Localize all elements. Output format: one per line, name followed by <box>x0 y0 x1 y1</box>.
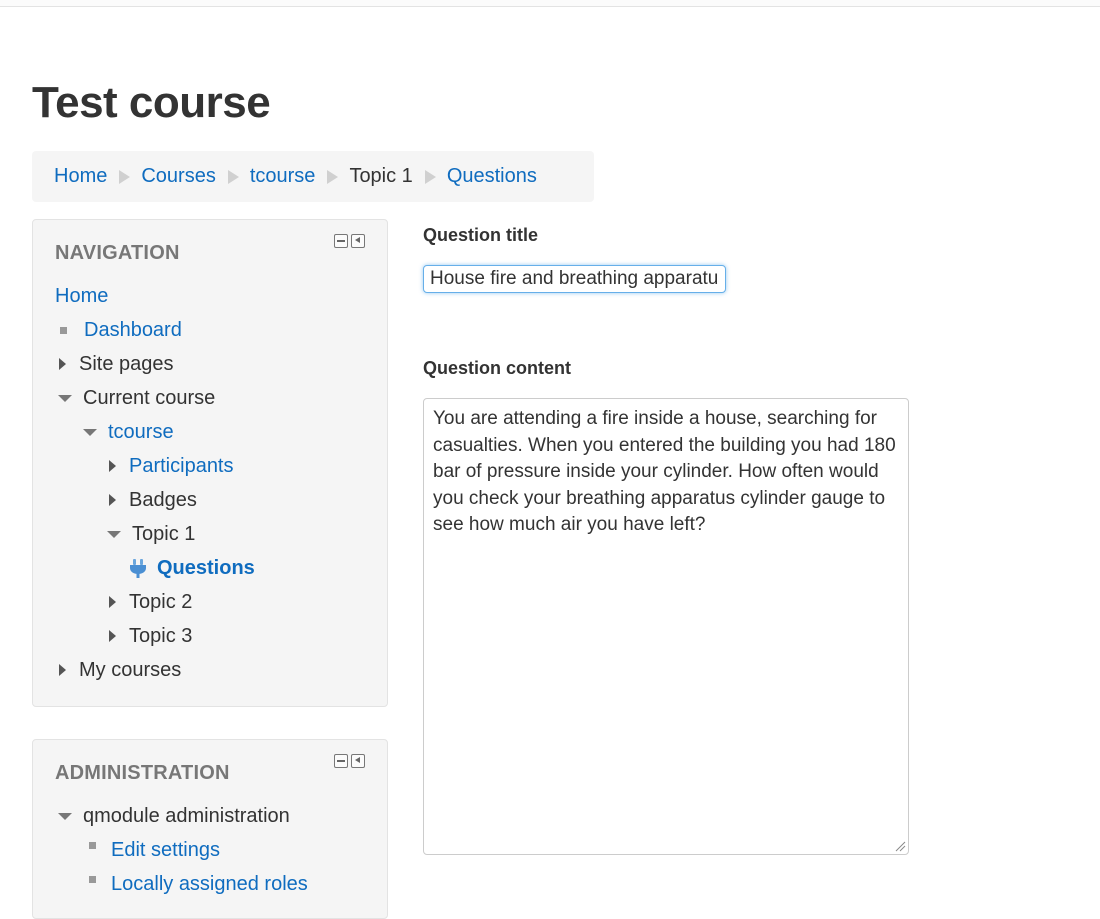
breadcrumb-courses[interactable]: Courses <box>141 165 215 188</box>
page-title: Test course <box>32 78 271 127</box>
nav-item-home[interactable]: Home <box>55 282 108 310</box>
nav-item-label: Dashboard <box>84 318 182 341</box>
collapse-arrow-icon <box>107 530 121 538</box>
plug-icon <box>130 559 146 578</box>
resize-handle-icon[interactable] <box>895 841 906 852</box>
question-title-label: Question title <box>423 225 539 245</box>
nav-item-participants[interactable]: Participants <box>109 452 234 480</box>
administration-block-title: ADMINISTRATION <box>55 762 230 784</box>
breadcrumb-separator-icon <box>327 169 339 184</box>
expand-arrow-icon <box>109 596 116 608</box>
nav-item-badges[interactable]: Badges <box>109 486 197 514</box>
top-navbar <box>0 0 1100 7</box>
collapse-arrow-icon <box>58 812 72 820</box>
dock-block-icon[interactable] <box>351 754 365 768</box>
navigation-block: NAVIGATION Home Dashboard Site pages Cur… <box>32 219 388 707</box>
nav-item-label: Home <box>55 284 109 307</box>
dock-block-icon[interactable] <box>351 234 365 248</box>
question-content-label: Question content <box>423 358 571 378</box>
breadcrumb: Home Courses tcourse Topic 1 Questions <box>32 151 594 202</box>
admin-item-label: qmodule administration <box>83 804 290 827</box>
nav-item-label: Topic 1 <box>132 522 196 545</box>
nav-item-label: Questions <box>157 556 255 579</box>
nav-item-label: Topic 3 <box>129 624 193 647</box>
question-content-textarea[interactable]: You are attending a fire inside a house,… <box>423 398 909 855</box>
nav-item-questions[interactable]: Questions <box>127 554 255 582</box>
breadcrumb-separator-icon <box>424 169 436 184</box>
navigation-block-title: NAVIGATION <box>55 242 180 264</box>
breadcrumb-tcourse[interactable]: tcourse <box>250 165 316 188</box>
nav-item-topic3[interactable]: Topic 3 <box>109 622 192 650</box>
breadcrumb-questions[interactable]: Questions <box>447 165 537 188</box>
nav-item-current-course[interactable]: Current course <box>58 384 215 412</box>
breadcrumb-separator-icon <box>119 169 131 184</box>
nav-item-label: My courses <box>79 658 182 681</box>
expand-arrow-icon <box>109 460 116 472</box>
bullet-icon <box>89 875 96 883</box>
admin-item-local-roles[interactable]: Locally assigned roles <box>84 870 308 898</box>
nav-item-dashboard[interactable]: Dashboard <box>55 316 182 344</box>
question-title-input[interactable] <box>423 265 726 293</box>
admin-item-qmodule[interactable]: qmodule administration <box>58 802 290 830</box>
nav-item-topic1[interactable]: Topic 1 <box>107 520 195 548</box>
block-controls <box>334 234 365 248</box>
administration-block: ADMINISTRATION qmodule administration Ed… <box>32 739 388 919</box>
collapse-arrow-icon <box>58 394 72 402</box>
nav-item-label: Topic 2 <box>129 590 193 613</box>
admin-item-edit-settings[interactable]: Edit settings <box>84 836 220 864</box>
expand-arrow-icon <box>109 494 116 506</box>
expand-arrow-icon <box>109 630 116 642</box>
nav-item-label: tcourse <box>108 420 174 443</box>
block-controls <box>334 754 365 768</box>
nav-item-label: Badges <box>129 488 197 511</box>
admin-item-label: Edit settings <box>111 838 220 861</box>
bullet-icon <box>89 841 96 849</box>
hide-block-icon[interactable] <box>334 754 348 768</box>
nav-item-tcourse[interactable]: tcourse <box>83 418 174 446</box>
hide-block-icon[interactable] <box>334 234 348 248</box>
nav-item-label: Current course <box>83 386 216 409</box>
bullet-icon <box>60 326 67 334</box>
admin-item-label: Locally assigned roles <box>111 872 308 895</box>
expand-arrow-icon <box>59 358 66 370</box>
nav-item-site-pages[interactable]: Site pages <box>59 350 174 378</box>
expand-arrow-icon <box>59 664 66 676</box>
breadcrumb-separator-icon <box>227 169 239 184</box>
nav-item-label: Site pages <box>79 352 174 375</box>
collapse-arrow-icon <box>83 428 97 436</box>
nav-item-label: Participants <box>129 454 234 477</box>
breadcrumb-home[interactable]: Home <box>54 165 107 188</box>
breadcrumb-topic1: Topic 1 <box>349 165 413 187</box>
nav-item-my-courses[interactable]: My courses <box>59 656 181 684</box>
nav-item-topic2[interactable]: Topic 2 <box>109 588 192 616</box>
